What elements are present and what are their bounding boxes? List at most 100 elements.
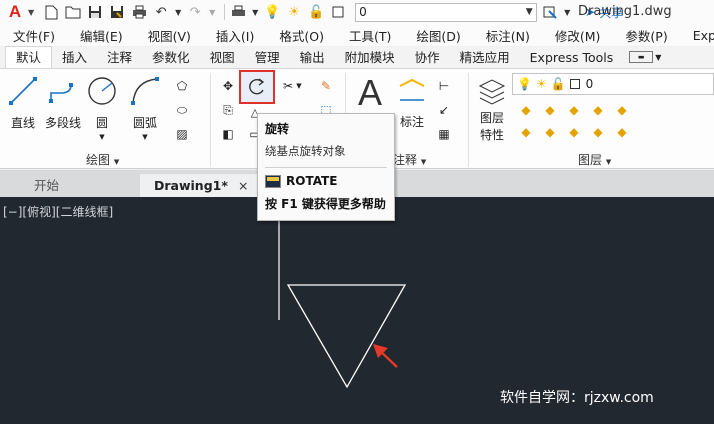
annotation-panel-label[interactable]: 注释 ▼ <box>393 151 426 168</box>
polygon-icon[interactable]: ⬠ <box>172 77 192 95</box>
layer-properties-icon <box>476 75 508 107</box>
circle-icon <box>86 75 118 107</box>
sun-icon[interactable]: ☀ <box>285 3 303 21</box>
layer-tool-icon[interactable]: ◆ <box>540 123 560 141</box>
layer-value: 0 <box>585 77 594 91</box>
menu-parametric[interactable]: 参数(P) <box>612 26 679 45</box>
layer-tool-icon[interactable]: ◆ <box>564 101 584 119</box>
lightbulb-icon[interactable]: 💡 <box>263 3 281 21</box>
chevron-down-icon[interactable]: ▼ <box>28 8 34 17</box>
app-menu-button[interactable]: A <box>4 2 26 22</box>
tab-featured-apps[interactable]: 精选应用 <box>450 48 520 68</box>
tab-output[interactable]: 输出 <box>290 48 335 68</box>
redo-icon[interactable]: ↷ <box>186 3 204 21</box>
plot-icon[interactable] <box>229 3 247 21</box>
layer-tool-icon[interactable]: ◆ <box>588 123 608 141</box>
open-folder-icon[interactable] <box>64 3 82 21</box>
chevron-down-icon[interactable]: ▼ <box>294 77 304 95</box>
tab-insert[interactable]: 插入 <box>52 48 97 68</box>
tab-annotate[interactable]: 注释 <box>97 48 142 68</box>
layer-color-icon[interactable] <box>329 3 347 21</box>
polyline-button[interactable]: 多段线 <box>44 75 82 131</box>
stretch-icon[interactable]: ◧ <box>218 125 238 143</box>
arc-icon <box>129 75 161 107</box>
chevron-down-icon[interactable]: ▼ <box>142 133 147 141</box>
leader-icon[interactable]: ↙ <box>434 101 454 119</box>
layer-tool-icon[interactable]: ◆ <box>564 123 584 141</box>
arc-button[interactable]: 圆弧 ▼ <box>128 75 162 141</box>
chevron-down-icon[interactable]: ▼ <box>99 133 104 141</box>
undo-dropdown-icon[interactable]: ▼ <box>174 3 182 21</box>
tab-manage[interactable]: 管理 <box>245 48 290 68</box>
layer-tool-icon[interactable]: ◆ <box>516 123 536 141</box>
layer-tool-icon[interactable]: ◆ <box>516 101 536 119</box>
tab-collaborate[interactable]: 协作 <box>405 48 450 68</box>
menu-draw[interactable]: 绘图(D) <box>403 26 472 45</box>
layer-tool-icon[interactable]: ◆ <box>540 101 560 119</box>
match-layer-icon[interactable] <box>541 3 559 21</box>
ellipse-icon[interactable]: ⬭ <box>172 101 192 119</box>
ribbon-minimize-icon[interactable]: ▬ <box>629 51 654 63</box>
chevron-down-icon[interactable]: ▼ <box>522 7 536 17</box>
divider <box>224 4 226 20</box>
erase-icon[interactable]: ✎ <box>316 77 336 95</box>
dimension-label: 标注 <box>399 115 424 129</box>
draw-panel-label[interactable]: 绘图 ▼ <box>86 151 119 168</box>
table-icon[interactable]: ▦ <box>434 125 454 143</box>
menu-file[interactable]: 文件(F) <box>0 26 67 45</box>
redo-dropdown-icon[interactable]: ▼ <box>208 3 216 21</box>
hatch-icon[interactable]: ▨ <box>172 125 192 143</box>
tab-view[interactable]: 视图 <box>200 48 245 68</box>
undo-icon[interactable]: ↶ <box>152 3 170 21</box>
menu-insert[interactable]: 插入(I) <box>203 26 266 45</box>
drawing-canvas[interactable]: [−][俯视][二维线框] 软件自学网：rjzxw.com <box>0 197 714 424</box>
move-icon[interactable]: ✥ <box>218 77 238 95</box>
watermark: 软件自学网：rjzxw.com <box>500 390 654 406</box>
save-icon[interactable] <box>86 3 104 21</box>
divider <box>468 73 469 167</box>
ribbon-tabs: 默认 插入 注释 参数化 视图 管理 输出 附加模块 协作 精选应用 Expre… <box>0 46 714 69</box>
tooltip-help: 按 F1 键获得更多帮助 <box>265 197 386 211</box>
save-as-icon[interactable] <box>108 3 126 21</box>
menu-edit[interactable]: 编辑(E) <box>67 26 135 45</box>
layers-panel-label[interactable]: 图层 ▼ <box>578 151 611 168</box>
menu-view[interactable]: 视图(V) <box>135 26 203 45</box>
layer-selector[interactable]: 0 ▼ <box>355 2 538 22</box>
tab-addins[interactable]: 附加模块 <box>335 48 405 68</box>
divider <box>265 167 387 168</box>
layer-dropdown[interactable]: 💡 ☀ 🔓 0 <box>512 73 714 95</box>
copy-icon[interactable]: ⎘ <box>218 101 238 119</box>
menu-modify[interactable]: 修改(M) <box>542 26 613 45</box>
layer-tool-icon[interactable]: ◆ <box>612 123 632 141</box>
qa-dropdown-icon[interactable]: ▼ <box>251 3 259 21</box>
customize-dropdown-icon[interactable]: ▼ <box>563 3 571 21</box>
print-icon[interactable] <box>130 3 148 21</box>
new-file-icon[interactable] <box>42 3 60 21</box>
dimension-button[interactable]: 标注 <box>396 77 428 130</box>
menu-express[interactable]: Express <box>680 28 714 43</box>
menu-format[interactable]: 格式(O) <box>266 26 336 45</box>
layer-tool-icon[interactable]: ◆ <box>612 101 632 119</box>
menu-dimension[interactable]: 标注(N) <box>473 26 542 45</box>
circle-button[interactable]: 圆 ▼ <box>86 75 118 141</box>
menu-tools[interactable]: 工具(T) <box>336 26 403 45</box>
triangle-shape <box>286 284 407 389</box>
rotate-button-highlight[interactable] <box>239 70 275 104</box>
tab-drawing1[interactable]: Drawing1* × <box>140 174 260 197</box>
layer-tool-icon[interactable]: ◆ <box>588 101 608 119</box>
tab-start[interactable]: 开始 <box>20 174 140 197</box>
layer-value: 0 <box>359 5 367 19</box>
chevron-down-icon[interactable]: ▼ <box>655 53 661 62</box>
polyline-label: 多段线 <box>44 116 81 130</box>
text-button[interactable]: A <box>352 73 388 113</box>
layer-properties-label-2: 特性 <box>479 128 504 142</box>
tab-parametric[interactable]: 参数化 <box>142 48 200 68</box>
linear-dim-icon[interactable]: ⊢ <box>434 77 454 95</box>
tab-express-tools[interactable]: Express Tools <box>520 48 624 68</box>
lock-icon[interactable]: 🔓 <box>307 3 325 21</box>
tooltip-description: 绕基点旋转对象 <box>265 144 346 158</box>
layer-properties-button[interactable]: 图层 特性 <box>474 75 510 143</box>
line-button[interactable]: 直线 <box>8 75 38 131</box>
arc-label: 圆弧 <box>132 116 157 130</box>
tab-home[interactable]: 默认 <box>5 46 53 68</box>
